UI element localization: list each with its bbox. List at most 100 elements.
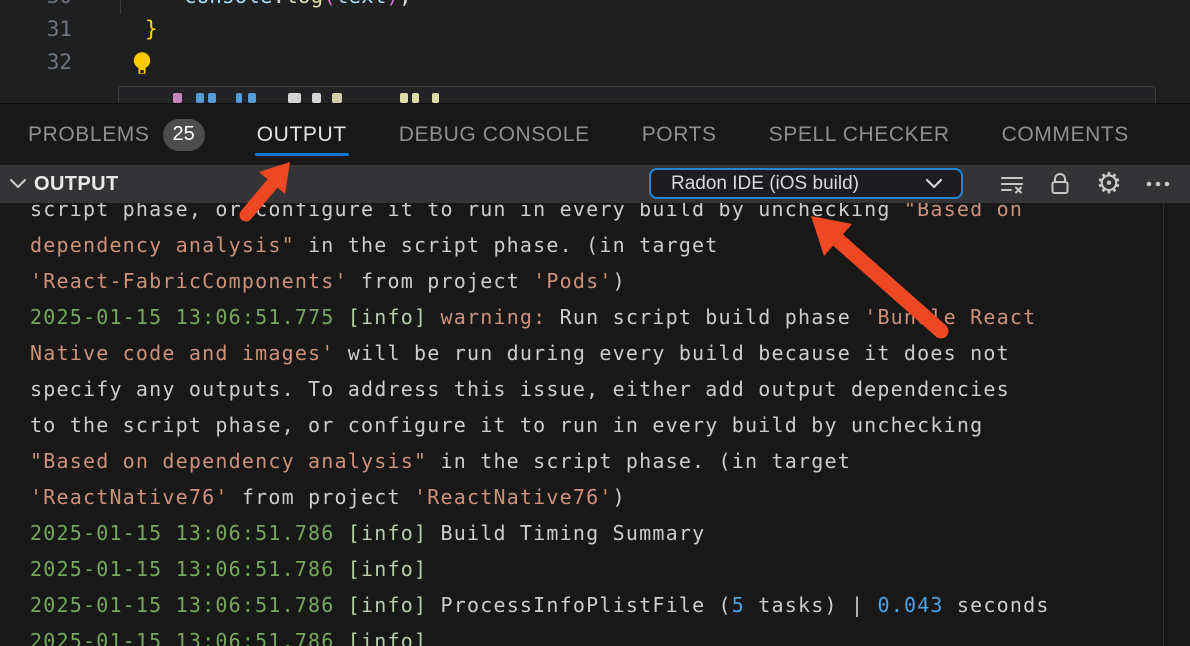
- log-line: Native code and images' will be run duri…: [30, 335, 1190, 371]
- text-segment: }: [145, 17, 158, 41]
- text-segment: will be run during every build because i…: [335, 341, 1010, 365]
- code-glyph-sliver: [400, 93, 408, 103]
- code-glyph-sliver: [332, 93, 342, 103]
- log-line: 2025-01-15 13:06:51.786 [info] Build Tim…: [30, 515, 1190, 551]
- tab-debug-console[interactable]: DEBUG CONSOLE: [399, 104, 590, 165]
- text-segment: [info]: [348, 629, 427, 646]
- line-number: 31: [0, 13, 72, 46]
- text-segment: Run script build phase: [560, 305, 865, 329]
- text-segment: seconds: [944, 593, 1050, 617]
- log-line: dependency analysis" in the script phase…: [30, 227, 1190, 263]
- lightbulb-icon[interactable]: [131, 51, 153, 77]
- text-segment: from project: [348, 269, 533, 293]
- log-line: 'ReactNative76' from project 'ReactNativ…: [30, 479, 1190, 515]
- vscode-window: 30 31 32 console.log(text); } PROBLEMS 25…: [0, 0, 1190, 646]
- log-line: 'React-FabricComponents' from project 'P…: [30, 263, 1190, 299]
- lock-icon[interactable]: [1045, 169, 1075, 199]
- text-segment: ;: [399, 0, 412, 8]
- log-line: specify any outputs. To address this iss…: [30, 371, 1190, 407]
- text-segment: 2025-01-15 13:06:51.786: [30, 521, 348, 545]
- text-segment: 'React-FabricComponents': [30, 269, 348, 293]
- text-segment: [info]: [348, 557, 427, 581]
- log-line: 2025-01-15 13:06:51.786 [info]: [30, 623, 1190, 646]
- code-glyph-sliver: [412, 93, 419, 103]
- text-segment: 0.043: [877, 593, 943, 617]
- collapse-panel-chevron-icon[interactable]: [6, 174, 30, 194]
- line-number: 30: [0, 0, 72, 13]
- text-segment: log: [285, 0, 323, 8]
- code-glyph-sliver: [173, 93, 182, 103]
- output-channel-value: Radon IDE (iOS build): [671, 170, 859, 197]
- text-segment: specify any outputs. To address this iss…: [30, 377, 1010, 401]
- code-editor[interactable]: 30 31 32 console.log(text); }: [0, 0, 1190, 103]
- output-panel-title: OUTPUT: [34, 165, 119, 203]
- text-segment: text: [336, 0, 387, 8]
- code-line: console.log(text);: [184, 0, 412, 13]
- indent-guide: [120, 0, 121, 14]
- code-line: }: [145, 13, 158, 46]
- text-segment: ProcessInfoPlistFile (: [440, 593, 731, 617]
- log-line: 2025-01-15 13:06:51.775 [info] warning: …: [30, 299, 1190, 335]
- output-log[interactable]: script phase, or configure it to run in …: [30, 191, 1190, 646]
- text-segment: in the script phase. (in target: [427, 449, 851, 473]
- text-segment: [info]: [348, 593, 441, 617]
- tab-ports[interactable]: PORTS: [642, 104, 717, 165]
- chevron-down-icon: [921, 175, 947, 193]
- text-segment: warning:: [440, 305, 559, 329]
- text-segment: 'ReactNative76': [414, 485, 613, 509]
- tab-output[interactable]: OUTPUT: [257, 104, 347, 165]
- code-glyph-sliver: [432, 93, 439, 103]
- output-channel-dropdown[interactable]: Radon IDE (iOS build): [649, 168, 963, 199]
- text-segment: 5: [732, 593, 745, 617]
- code-glyph-sliver: [312, 93, 321, 103]
- more-actions-icon[interactable]: [1143, 169, 1173, 199]
- code-glyph-sliver: [208, 93, 216, 103]
- text-segment: 2025-01-15 13:06:51.775: [30, 305, 348, 329]
- code-glyph-sliver: [196, 93, 204, 103]
- scrollbar-track-divider: [1163, 203, 1164, 646]
- text-segment: 'ReactNative76': [30, 485, 229, 509]
- tab-label: SPELL CHECKER: [769, 123, 950, 147]
- gear-icon[interactable]: ⚙: [1094, 169, 1124, 199]
- text-segment: [info]: [348, 521, 441, 545]
- code-glyph-sliver: [248, 93, 256, 103]
- tab-label: PORTS: [642, 123, 717, 147]
- text-segment: tasks) |: [745, 593, 877, 617]
- log-line: 2025-01-15 13:06:51.786 [info]: [30, 551, 1190, 587]
- tab-label: PROBLEMS: [28, 123, 150, 147]
- text-segment: ): [613, 269, 626, 293]
- text-segment: (: [323, 0, 336, 8]
- text-segment: dependency analysis": [30, 233, 295, 257]
- active-tab-underline: [255, 153, 349, 156]
- current-line-highlight: [118, 86, 1156, 103]
- tab-label: COMMENTS: [1002, 123, 1129, 147]
- text-segment: 2025-01-15 13:06:51.786: [30, 557, 348, 581]
- text-segment: 'Pods': [533, 269, 612, 293]
- text-segment: ): [613, 485, 626, 509]
- text-segment: 'Bundle React: [864, 305, 1036, 329]
- text-segment: [info]: [348, 305, 441, 329]
- code-glyph-sliver: [236, 93, 242, 103]
- output-panel-header: OUTPUT Radon IDE (iOS build): [0, 165, 1190, 203]
- clear-output-icon[interactable]: [997, 169, 1027, 199]
- text-segment: ): [386, 0, 399, 8]
- log-line: 2025-01-15 13:06:51.786 [info] ProcessIn…: [30, 587, 1190, 623]
- text-segment: to the script phase, or configure it to …: [30, 413, 983, 437]
- text-segment: from project: [229, 485, 414, 509]
- text-segment: Native code and images': [30, 341, 335, 365]
- text-segment: in the script phase. (in target: [295, 233, 719, 257]
- line-number: 32: [0, 46, 72, 79]
- tab-label: DEBUG CONSOLE: [399, 123, 590, 147]
- problems-count-badge: 25: [163, 119, 205, 151]
- text-segment: 2025-01-15 13:06:51.786: [30, 593, 348, 617]
- log-line: "Based on dependency analysis" in the sc…: [30, 443, 1190, 479]
- tab-comments[interactable]: COMMENTS: [1002, 104, 1129, 165]
- panel-tab-bar: PROBLEMS 25 OUTPUT DEBUG CONSOLE PORTS SPELL …: [0, 103, 1190, 165]
- tab-problems[interactable]: PROBLEMS 25: [28, 104, 205, 165]
- tab-label: OUTPUT: [257, 123, 347, 147]
- text-segment: "Based on dependency analysis": [30, 449, 427, 473]
- code-glyph-sliver: [288, 93, 301, 103]
- text-segment: Build Timing Summary: [440, 521, 705, 545]
- tab-spell-checker[interactable]: SPELL CHECKER: [769, 104, 950, 165]
- text-segment: 2025-01-15 13:06:51.786: [30, 629, 348, 646]
